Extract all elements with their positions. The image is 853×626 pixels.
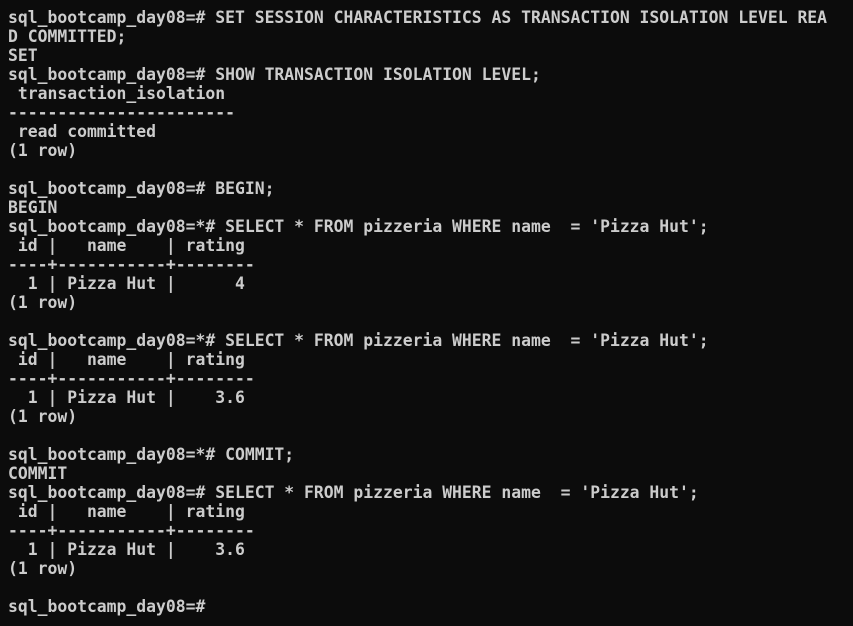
terminal-line: sql_bootcamp_day08=# <box>8 597 206 616</box>
terminal-line: sql_bootcamp_day08=# BEGIN; <box>8 179 275 198</box>
terminal-line: transaction_isolation <box>8 84 226 103</box>
terminal-line: 1 | Pizza Hut | 3.6 <box>8 388 245 407</box>
terminal-line: (1 row) <box>8 407 78 426</box>
terminal-line: read committed <box>8 122 157 141</box>
terminal-line: sql_bootcamp_day08=# SELECT * FROM pizze… <box>8 483 699 502</box>
terminal-line: COMMIT <box>8 464 68 483</box>
terminal-line: id | name | rating <box>8 350 245 369</box>
terminal-line: BEGIN <box>8 198 58 217</box>
terminal-line: sql_bootcamp_day08=# SHOW TRANSACTION IS… <box>8 65 541 84</box>
terminal-line: ----------------------- <box>8 103 235 122</box>
terminal-line: 1 | Pizza Hut | 4 <box>8 274 245 293</box>
terminal-line: D COMMITTED; <box>8 27 127 46</box>
terminal-line: id | name | rating <box>8 502 245 521</box>
terminal-line: (1 row) <box>8 293 78 312</box>
terminal-window[interactable]: sql_bootcamp_day08=# SET SESSION CHARACT… <box>0 0 853 626</box>
terminal-line: sql_bootcamp_day08=*# SELECT * FROM pizz… <box>8 217 709 236</box>
terminal-line: ----+-----------+-------- <box>8 521 255 540</box>
terminal-line: ----+-----------+-------- <box>8 369 255 388</box>
terminal-line: (1 row) <box>8 559 78 578</box>
terminal-line: sql_bootcamp_day08=*# SELECT * FROM pizz… <box>8 331 709 350</box>
terminal-line: SET <box>8 46 38 65</box>
terminal-line: sql_bootcamp_day08=# SET SESSION CHARACT… <box>8 8 828 27</box>
terminal-output: sql_bootcamp_day08=# SET SESSION CHARACT… <box>8 8 848 616</box>
terminal-line: 1 | Pizza Hut | 3.6 <box>8 540 245 559</box>
terminal-line: id | name | rating <box>8 236 245 255</box>
terminal-line: ----+-----------+-------- <box>8 255 255 274</box>
terminal-line: sql_bootcamp_day08=*# COMMIT; <box>8 445 295 464</box>
terminal-line: (1 row) <box>8 141 78 160</box>
